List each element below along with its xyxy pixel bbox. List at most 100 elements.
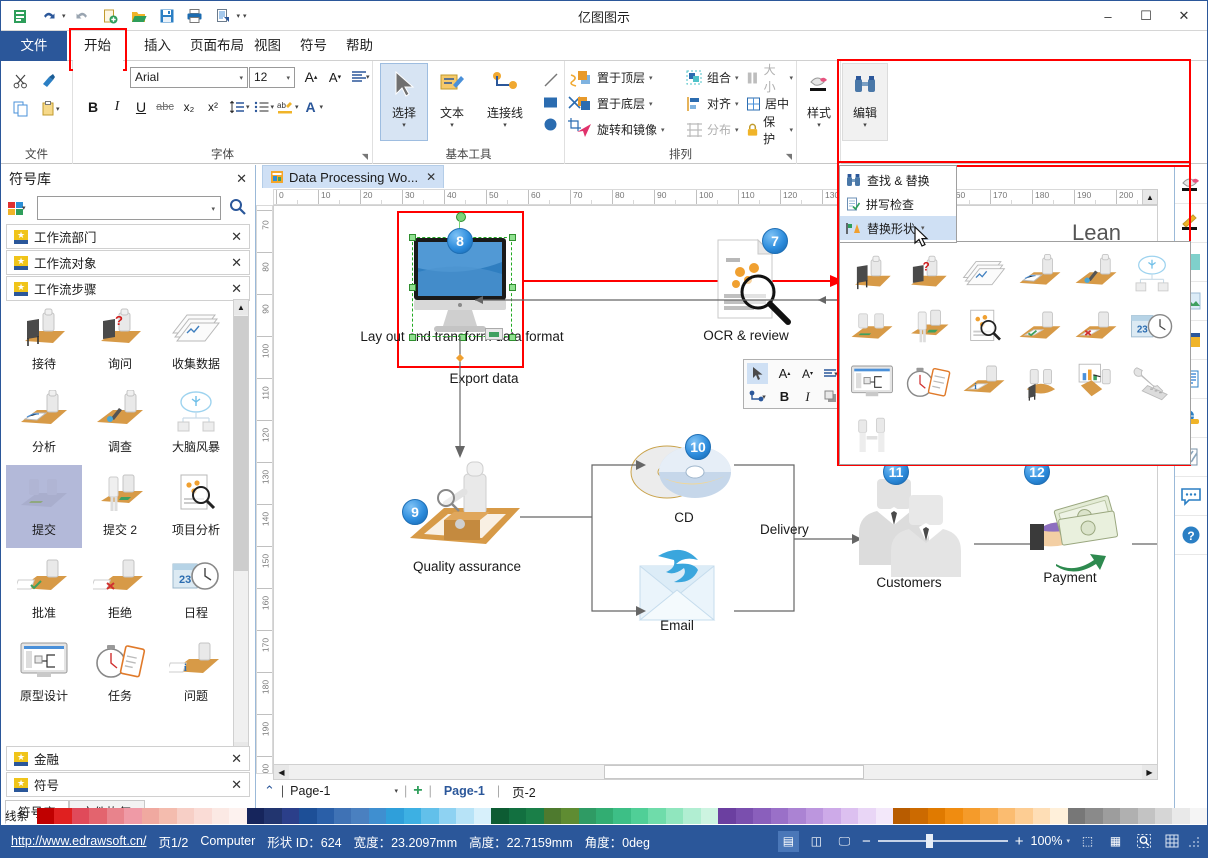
send-to-back-caret-icon[interactable]: ▾ <box>649 100 653 108</box>
color-swatch[interactable] <box>264 808 282 824</box>
text-align-icon[interactable]: ▾ <box>820 363 841 384</box>
rotate-handle[interactable] <box>456 212 466 222</box>
color-swatch[interactable] <box>840 808 859 824</box>
size-caret-icon[interactable]: ▾ <box>789 74 793 82</box>
color-swatch[interactable] <box>194 808 212 824</box>
zoom-caret-icon[interactable]: ▾ <box>1066 837 1070 845</box>
shape-action-button[interactable] <box>485 328 503 340</box>
color-swatch[interactable] <box>176 808 195 824</box>
category-finance[interactable]: ★ 金融 ✕ <box>6 746 250 771</box>
tab-home[interactable]: 开始 <box>71 31 124 61</box>
color-swatch[interactable] <box>561 808 579 824</box>
edit-caret-icon[interactable]: ▾ <box>843 121 887 129</box>
shape-gallery-scrollbar[interactable]: ▲ ▼ <box>233 299 249 758</box>
menu-item-find-replace[interactable]: 查找 & 替换 <box>840 168 956 192</box>
shape-item-schedule[interactable]: 23 日程 <box>158 548 234 631</box>
edit-button[interactable]: 编辑 ▾ <box>842 63 888 141</box>
bold-icon[interactable]: B <box>81 95 105 119</box>
gallery-item-submit-2[interactable] <box>900 302 956 354</box>
comment-icon[interactable] <box>1175 477 1207 516</box>
color-swatch[interactable] <box>106 808 125 824</box>
font-family-caret-icon[interactable]: ▾ <box>239 74 243 82</box>
gallery-item-inquiry[interactable]: ? <box>900 248 956 300</box>
color-swatch[interactable] <box>1067 808 1086 824</box>
gallery-item-prototype[interactable] <box>844 356 900 408</box>
fit-width-button[interactable]: ▦ <box>1105 831 1126 852</box>
page-dropdown-icon[interactable]: ▾ <box>394 787 398 795</box>
library-icon[interactable]: ▾ <box>7 197 33 219</box>
color-swatch[interactable] <box>386 808 404 824</box>
color-swatch[interactable] <box>456 808 474 824</box>
fit-page-button[interactable]: ⬚ <box>1077 831 1098 852</box>
shape-item-issue[interactable]: i 问题 <box>158 631 234 714</box>
gallery-item-reception[interactable] <box>844 248 900 300</box>
group-button[interactable]: 组合 ▾ <box>683 66 742 89</box>
bold-icon[interactable]: B <box>774 386 795 407</box>
color-swatch[interactable] <box>858 808 876 824</box>
close-icon[interactable]: ✕ <box>231 281 242 297</box>
select-tool-caret-icon[interactable]: ▾ <box>381 121 427 129</box>
close-icon[interactable]: ✕ <box>231 751 242 767</box>
color-swatch[interactable] <box>1189 808 1208 824</box>
node-ocr-review[interactable]: OCR & review <box>692 236 802 343</box>
color-swatch[interactable] <box>980 808 998 824</box>
color-swatch[interactable] <box>316 808 334 824</box>
resize-handle[interactable] <box>509 284 516 291</box>
color-swatch[interactable] <box>910 808 928 824</box>
italic-icon[interactable]: I <box>105 95 129 119</box>
add-page-button[interactable]: + <box>413 782 422 800</box>
scroll-right-icon[interactable]: ▶ <box>1142 765 1157 779</box>
color-swatch[interactable] <box>141 808 160 824</box>
send-to-back-button[interactable]: 置于底层 ▾ <box>573 92 656 115</box>
close-icon[interactable]: ✕ <box>231 777 242 793</box>
style-caret-icon[interactable]: ▾ <box>797 121 841 129</box>
color-swatch[interactable] <box>753 808 771 824</box>
gallery-item-documents[interactable] <box>956 248 1012 300</box>
italic-icon[interactable]: I <box>797 386 818 407</box>
resize-handle[interactable] <box>509 334 516 341</box>
strikethrough-icon[interactable]: abc <box>153 95 177 119</box>
close-icon[interactable]: ✕ <box>231 255 242 271</box>
color-swatch[interactable] <box>630 808 649 824</box>
ellipse-shape-icon[interactable] <box>539 113 562 135</box>
gallery-item-meeting[interactable] <box>1012 356 1068 408</box>
zoom-in-button[interactable]: + <box>1015 833 1024 850</box>
color-swatch[interactable] <box>438 808 457 824</box>
shape-item-inquiry[interactable]: ? 询问 <box>82 299 158 382</box>
close-icon[interactable]: ✕ <box>426 170 436 184</box>
underline-icon[interactable]: U <box>129 95 153 119</box>
search-input[interactable]: ▾ <box>37 196 221 220</box>
minimize-button[interactable]: – <box>1089 1 1127 31</box>
shape-item-reception[interactable]: 接待 <box>6 299 82 382</box>
zoom-slider[interactable] <box>877 834 1008 848</box>
text-tool-caret-icon[interactable]: ▾ <box>429 121 475 129</box>
font-size-input[interactable]: 12 ▾ <box>249 67 295 88</box>
color-swatch[interactable] <box>596 808 614 824</box>
node-payment[interactable]: Payment <box>1010 486 1130 585</box>
font-dialog-launcher-icon[interactable]: ◥ <box>362 152 368 161</box>
category-workflow-department[interactable]: ★ 工作流部门 ✕ <box>6 224 250 249</box>
vertical-ruler[interactable]: 70 80 90 100 110 120 130 140 150 160 170… <box>256 205 273 774</box>
grow-font-icon[interactable]: A ▴ <box>774 363 795 384</box>
arrange-dialog-launcher-icon[interactable]: ◥ <box>786 152 792 161</box>
gallery-item-schedule[interactable]: 23 <box>1124 302 1180 354</box>
color-swatch[interactable] <box>875 808 893 824</box>
connector-tool-caret-icon[interactable]: ▾ <box>477 121 533 129</box>
text-align-caret-icon[interactable]: ▾ <box>366 73 370 81</box>
color-swatch[interactable] <box>1120 808 1138 824</box>
shape-item-project-analysis[interactable]: 项目分析 <box>158 465 234 548</box>
resize-handle[interactable] <box>409 284 416 291</box>
color-swatch[interactable] <box>351 808 369 824</box>
gallery-item-presentation[interactable] <box>1068 356 1124 408</box>
paste-caret-icon[interactable]: ▾ <box>56 105 60 113</box>
superscript-icon[interactable]: x² <box>201 95 225 119</box>
subscript-icon[interactable]: x₂ <box>177 95 201 119</box>
bring-front-icon[interactable] <box>820 386 841 407</box>
distribute-caret-icon[interactable]: ▾ <box>735 126 739 134</box>
menu-item-replace-shape[interactable]: 替换形状 ▾ <box>840 216 956 240</box>
color-swatch[interactable] <box>735 808 754 824</box>
color-swatch[interactable] <box>997 808 1016 824</box>
format-painter-icon[interactable] <box>37 69 61 93</box>
color-swatches[interactable] <box>37 808 1208 824</box>
color-swatch[interactable] <box>700 808 719 824</box>
